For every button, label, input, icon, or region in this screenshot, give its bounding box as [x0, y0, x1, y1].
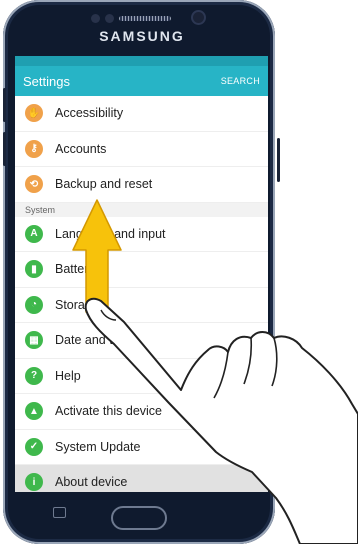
status-bar: [15, 56, 268, 66]
volume-down-button: [3, 132, 6, 166]
settings-item-label: Date and time: [55, 333, 133, 348]
sensor-icon: [105, 14, 114, 23]
front-camera-icon: [193, 12, 204, 23]
settings-item-label: Activate this device: [55, 404, 162, 419]
info-icon: i: [25, 473, 43, 492]
settings-item-activate-this-device[interactable]: ▲ Activate this device: [15, 394, 268, 430]
check-icon: ✓: [25, 437, 43, 456]
settings-item-language-and-input[interactable]: A Language and input: [15, 217, 268, 252]
settings-item-system-update[interactable]: ✓ System Update: [15, 430, 268, 465]
settings-item-date-and-time[interactable]: ▦ Date and time: [15, 323, 268, 359]
settings-item-accounts[interactable]: ⚷ Accounts: [15, 132, 268, 167]
settings-item-label: Battery: [55, 262, 95, 277]
app-bar: Settings SEARCH: [15, 66, 268, 96]
settings-item-label: Backup and reset: [55, 177, 153, 192]
settings-item-label: Accessibility: [55, 106, 124, 121]
brand-logo: SAMSUNG: [99, 28, 185, 44]
rocket-icon: ▲: [25, 402, 43, 421]
settings-item-label: Help: [55, 368, 81, 383]
power-button: [277, 138, 280, 182]
settings-item-storage[interactable]: ◔ Storage: [15, 288, 268, 323]
settings-item-label: About device: [55, 475, 128, 490]
settings-item-backup-and-reset[interactable]: ⟲ Backup and reset: [15, 167, 268, 203]
storage-icon: ◔: [25, 295, 43, 314]
settings-item-label: Storage: [55, 297, 99, 312]
settings-item-battery[interactable]: ▮ Battery: [15, 252, 268, 288]
hand-icon: ✋: [25, 104, 43, 123]
key-icon: ⚷: [25, 139, 43, 158]
page-title: Settings: [23, 73, 70, 89]
help-icon: ?: [25, 366, 43, 385]
settings-item-accessibility[interactable]: ✋ Accessibility: [15, 96, 268, 132]
volume-up-button: [3, 88, 6, 122]
section-header-system: System: [15, 202, 268, 217]
settings-item-label: Language and input: [55, 226, 166, 241]
settings-item-label: System Update: [55, 439, 141, 454]
language-icon: A: [25, 224, 43, 243]
backup-icon: ⟲: [25, 175, 43, 194]
screen: Settings SEARCH ✋ Accessibility ⚷ Accoun…: [15, 56, 268, 492]
date-time-icon: ▦: [25, 331, 43, 350]
settings-item-label: Accounts: [55, 141, 107, 156]
settings-item-about-device[interactable]: i About device: [15, 465, 268, 492]
phone-frame: SAMSUNG Settings SEARCH ✋ Accessibility …: [3, 0, 280, 544]
earpiece-speaker: [119, 16, 171, 21]
battery-icon: ▮: [25, 260, 43, 279]
recent-apps-button[interactable]: [53, 507, 66, 518]
search-button[interactable]: SEARCH: [221, 76, 260, 86]
settings-item-help[interactable]: ? Help: [15, 359, 268, 394]
home-button[interactable]: [111, 506, 167, 530]
sensor-icon: [91, 14, 100, 23]
